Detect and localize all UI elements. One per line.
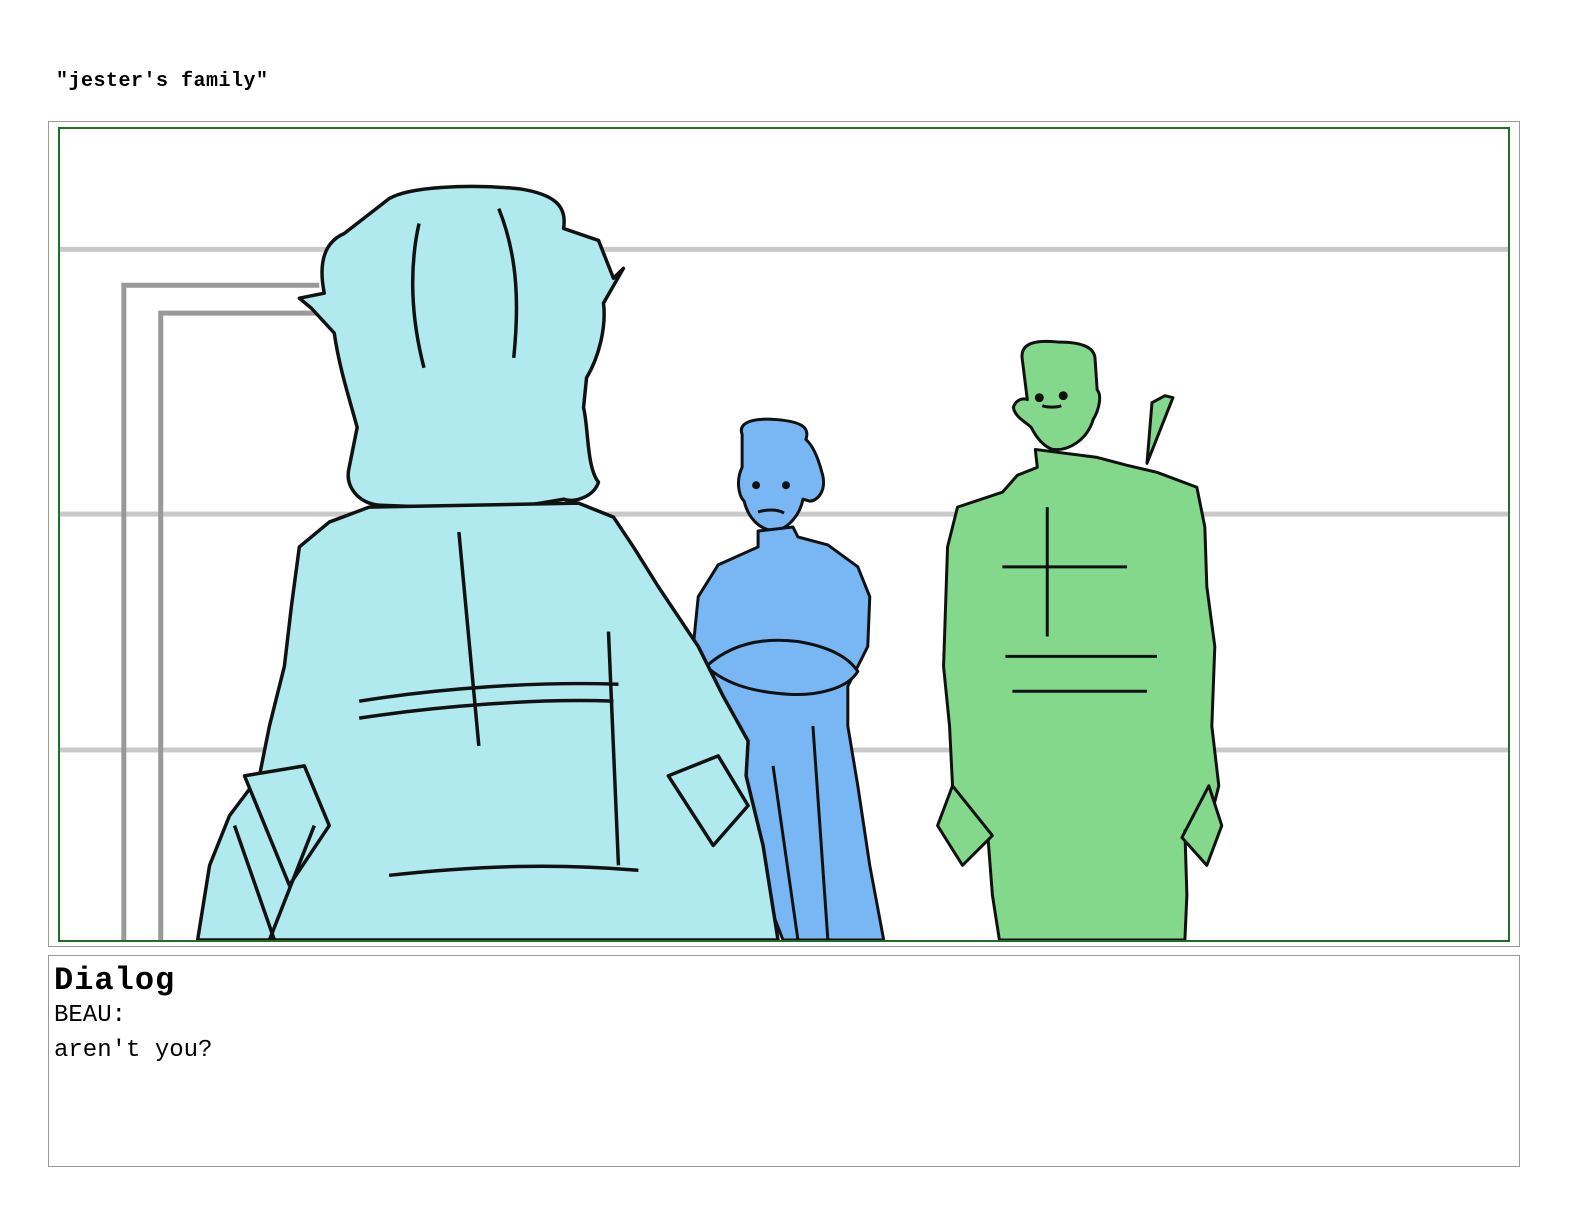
dialog-box: Dialog BEAU: aren't you? [48, 955, 1520, 1167]
orc-character [936, 339, 1224, 940]
scene-title: "jester's family" [56, 70, 269, 93]
panel-safe-area [58, 127, 1510, 942]
dialog-line: aren't you? [54, 1037, 213, 1064]
dialog-speaker: BEAU: [54, 1002, 127, 1029]
dialog-heading: Dialog [54, 962, 176, 999]
jester-character [195, 184, 780, 940]
storyboard-panel [48, 121, 1520, 947]
panel-artwork [60, 184, 1508, 940]
